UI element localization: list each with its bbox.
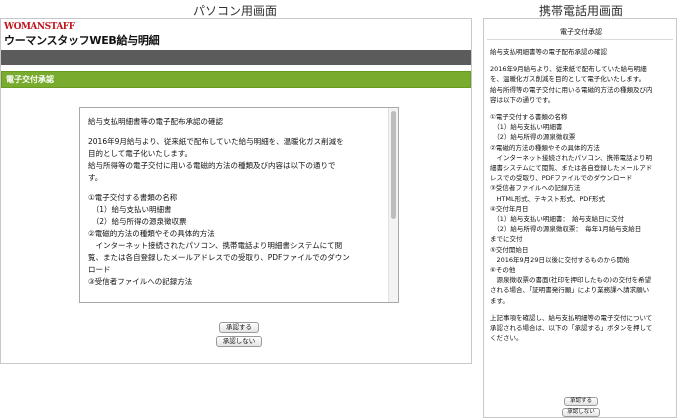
text-line: 源泉徴収票の書面(社印を押印したもの)の交付を希望: [490, 276, 652, 285]
text-line: レスでの受取り、PDFファイルでのダウンロード: [490, 174, 633, 183]
text-line: 目的として電子化いたします。: [88, 149, 193, 158]
text-line: ③受信者ファイルへの記録方法: [88, 277, 193, 286]
text-line: ①電子交付する書類の名称: [490, 113, 568, 122]
text-line: 給与所得等の電子交付に用いる電磁的方法の種類及び内容は以下の通りで: [88, 161, 336, 170]
text-line: 細書システムにて閲覧、または各自登録したメールアド: [490, 164, 653, 173]
consent-text: 給与支払明細書等の電子配布承認の確認 2016年9月給与より、従来紙で配布していた…: [88, 116, 384, 288]
text-line: される場合、「証明書発行願」により業務課へ請求願い: [490, 286, 650, 295]
text-line: （1）給与支払い明細書： 給与支給日に交付: [490, 215, 625, 224]
section-title: 電子交付承認: [6, 75, 54, 84]
text-line: ①電子交付する書類の名称: [88, 193, 178, 202]
text-line: （2）給与所得の源泉徴収票: [490, 133, 576, 142]
approve-button[interactable]: 承認する: [219, 322, 259, 333]
text-line: ②電磁的方法の種類やその具体的方法: [490, 143, 600, 152]
text-line: 給与所得等の電子交付に用いる電磁的方法の種類及び内: [490, 85, 653, 94]
text-line: 2016年9月給与より、従来紙で配布していた給与明細を、温暖化ガス削減を: [88, 137, 344, 146]
divider: [487, 39, 673, 40]
mobile-page-title: 電子交付承認: [560, 28, 602, 36]
text-line: 2016年9月29日以後に交付するものから開始: [490, 255, 630, 264]
text-line: ⑥その他: [490, 266, 516, 275]
text-line: （2）給与所得の源泉徴収票: [88, 217, 187, 226]
mobile-consent-text: 給与支払明細書等の電子配布承認の確認 2016年9月給与より、従来紙で配布していた…: [490, 47, 676, 343]
text-line: ④交付年月日: [490, 204, 529, 213]
text-line: ロード: [88, 265, 111, 274]
text-line: HTML形式、テキスト形式、PDF形式: [490, 194, 606, 203]
text-line: 容は以下の通りです。: [490, 95, 555, 104]
scrollbar-thumb[interactable]: [391, 111, 396, 219]
text-line: インターネット接続されたパソコン、携帯電話より明: [490, 153, 652, 162]
header-bar: [1, 50, 471, 65]
mobile-screen-panel: 電子交付承認 給与支払明細書等の電子配布承認の確認 2016年9月給与より、従来紙…: [483, 18, 677, 418]
section-title-bar: 電子交付承認: [1, 71, 471, 88]
pc-screen-caption: パソコン用画面: [192, 4, 277, 18]
text-line: ⑤交付開始日: [490, 245, 529, 254]
text-line: 承認される場合は、以下の「承認する」ボタンを押して: [490, 324, 653, 333]
text-line: インターネット接続されたパソコン、携帯電話より明細書システムにて閲: [88, 241, 343, 250]
consent-text-box[interactable]: 給与支払明細書等の電子配布承認の確認 2016年9月給与より、従来紙で配布していた…: [79, 107, 399, 303]
brand-logo-text: WOMANSTAFF: [4, 22, 75, 32]
text-line: を、温暖化ガス削減を目的として電子化いたします。: [490, 75, 646, 84]
text-line: 給与支払明細書等の電子配布承認の確認: [490, 48, 607, 56]
text-line: 覧、または各自登録したメールアドレスでの受取り、PDFファイルでのダウン: [88, 253, 350, 262]
text-line: （2）給与所得の源泉徴収票： 毎年1月給与支給日: [490, 225, 642, 234]
text-line: す。: [88, 173, 103, 182]
text-line: ます。: [490, 296, 509, 305]
mobile-decline-button[interactable]: 承認しない: [562, 408, 600, 417]
mobile-screen-caption: 携帯電話用画面: [538, 4, 623, 18]
text-line: ③受信者ファイルへの記録方法: [490, 184, 581, 193]
text-line: ②電磁的方法の種類やその具体的方法: [88, 229, 215, 238]
text-line: 上記事項を確認し、給与支払明細等の電子交付について: [490, 313, 653, 322]
mobile-approve-button[interactable]: 承認する: [564, 397, 598, 406]
text-line: 給与支払明細書等の電子配布承認の確認: [88, 117, 223, 126]
text-line: （1）給与支払い明細書: [490, 123, 563, 132]
text-line: （1）給与支払い明細書: [88, 205, 172, 214]
pc-screen-panel: WOMANSTAFF ウーマンスタッフWEB給与明細 電子交付承認 給与支払明細…: [0, 18, 472, 364]
app-title: ウーマンスタッフWEB給与明細: [4, 34, 160, 47]
text-line: までに交付: [490, 235, 523, 244]
scrollbar[interactable]: [388, 108, 398, 302]
text-line: ください。: [490, 334, 523, 343]
text-line: 2016年9月給与より、従来紙で配布していた給与明細: [490, 65, 647, 74]
decline-button[interactable]: 承認しない: [216, 336, 262, 347]
